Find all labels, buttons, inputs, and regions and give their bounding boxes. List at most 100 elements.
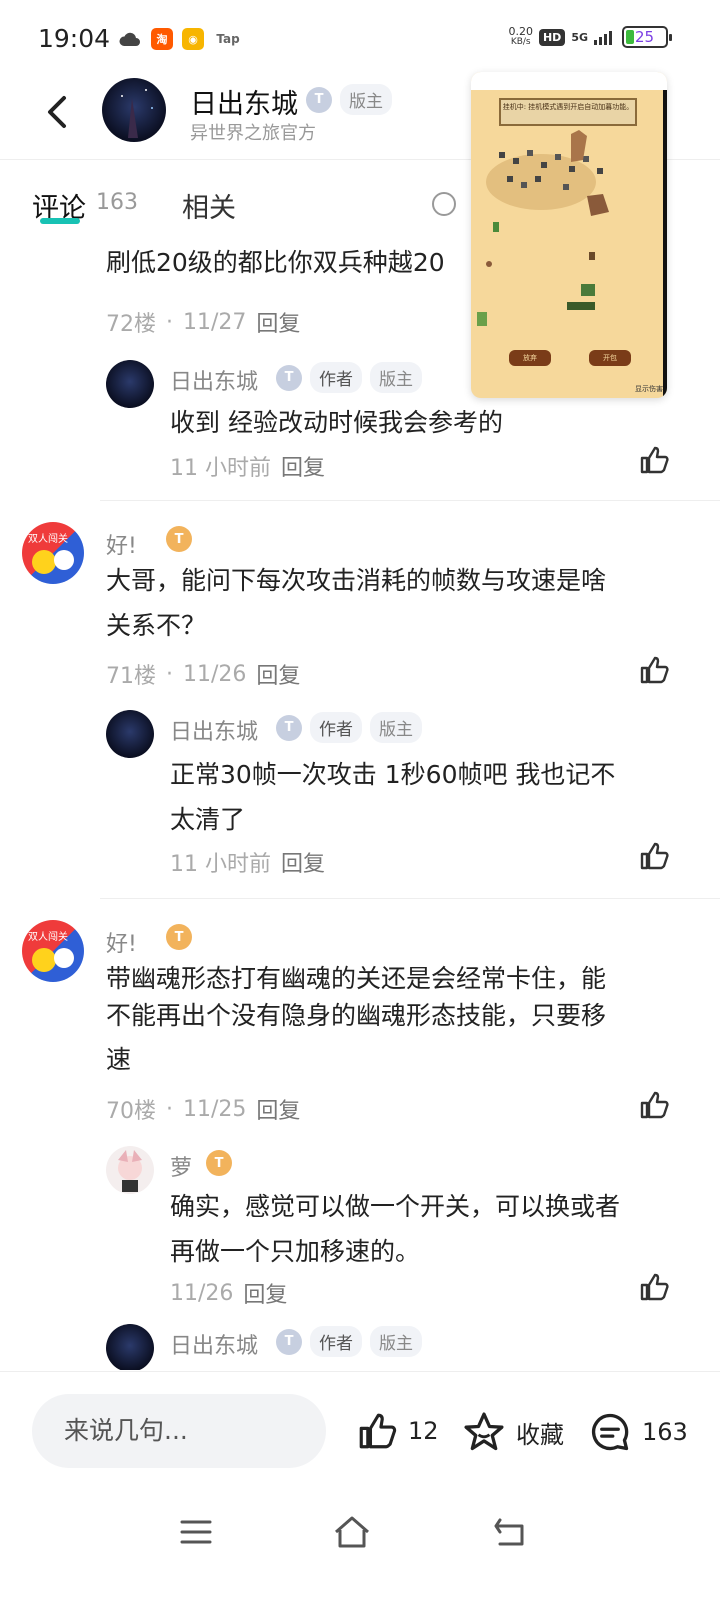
author-tag: 作者 [310,362,362,393]
reply-meta: 11/26 回复 [170,1277,287,1309]
moderator-tag: 版主 [370,1326,422,1357]
reply-text: 收到 经验改动时候我会参考的 [170,408,503,437]
back-nav-icon[interactable] [488,1510,532,1554]
level-badge: T [276,714,302,741]
status-time: 19:04 [38,24,111,53]
back-arrow-icon[interactable] [40,92,80,132]
reply-text-line1: 确实，感觉可以做一个开关，可以换或者 [170,1192,621,1221]
home-icon[interactable] [330,1510,374,1554]
cloud-icon [119,32,140,46]
signal-5g-icon: 5G [571,30,588,44]
reply-time: 11 小时前 [170,852,271,877]
floor-number: 71楼 [106,664,156,689]
comment-text: 刷低20级的都比你双兵种越20 [106,248,445,277]
favorite-button[interactable]: 收藏 [462,1410,564,1454]
reply-badges: T 作者 版主 [276,1326,422,1357]
tab-comments-count: 163 [96,190,138,215]
reply-link[interactable]: 回复 [256,1093,300,1125]
reply-link[interactable]: 回复 [243,1277,287,1309]
signal-bars-icon [594,31,612,45]
give-up-button[interactable]: 放弃 [509,350,551,366]
thumbs-up-icon[interactable] [638,1271,670,1303]
thumbs-up-icon[interactable] [638,444,670,476]
only-author-radio-icon[interactable] [432,192,456,216]
author-badges: T 版主 [306,84,392,115]
reply-badges: T 作者 版主 [276,362,422,393]
user-avatar[interactable]: 双人闯关 [22,522,84,584]
author-tag: 作者 [310,712,362,743]
bottom-action-bar: 来说几句... 12 收藏 163 [0,1371,720,1471]
status-app-icons: 淘 ◉ Tap [118,28,243,50]
reply-username[interactable]: 日出东城 [170,714,258,746]
floor-number: 70楼 [106,1099,156,1124]
reply-username[interactable]: 日出东城 [170,364,258,396]
hd-icon: HD [538,28,566,46]
comment-feed[interactable]: 刷低20级的都比你双兵种越20 72楼 · 11/27 回复 日出东城 T 作者… [0,240,720,1370]
reply-link[interactable]: 回复 [281,450,325,482]
reply-text-line2: 再做一个只加移速的。 [170,1237,421,1266]
author-tag: 作者 [310,1326,362,1357]
reply-avatar[interactable] [106,360,154,408]
reply-link[interactable]: 回复 [256,658,300,690]
reply-meta: 11 小时前 回复 [170,846,325,878]
svg-text:双人闯关: 双人闯关 [28,532,68,545]
reply-username[interactable]: 日出东城 [170,1328,258,1360]
comment-meta: 72楼 · 11/27 回复 [106,306,300,338]
menu-icon[interactable] [174,1510,218,1554]
reply-link[interactable]: 回复 [281,846,325,878]
game-battle-scene [477,130,609,326]
open-bag-button[interactable]: 开包 [589,350,631,366]
level-badge: T [276,1328,302,1355]
user-avatar[interactable]: 双人闯关 [22,920,84,982]
star-icon [464,1412,504,1451]
comment-meta: 70楼 · 11/25 回复 [106,1093,300,1125]
comment-date: 11/27 [183,309,247,335]
reply-text-line1: 正常30帧一次攻击 1秒60帧吧 我也记不 [170,760,616,789]
comment-text-line1: 大哥，能问下每次攻击消耗的帧数与攻速是啥 [106,566,607,595]
tab-related[interactable]: 相关 [182,186,236,225]
reply-avatar[interactable] [106,710,154,758]
tap-icon: Tap [216,32,240,46]
battery-icon: 25 [622,26,672,48]
like-button[interactable]: 12 [356,1410,439,1452]
comment-date: 11/25 [183,1096,247,1122]
tab-active-indicator [40,218,80,224]
reply-date: 11/26 [170,1280,234,1306]
author-name[interactable]: 日出东城 [190,82,298,121]
level-badge: T [306,86,332,113]
comment-text-line2: 不能再出个没有隐身的幽魂形态技能，只要移 [106,1001,607,1030]
favorite-label: 收藏 [516,1420,564,1449]
moderator-tag: 版主 [370,712,422,743]
thumbs-up-icon[interactable] [638,1089,670,1121]
level-badge: T [276,364,302,391]
author-avatar[interactable] [102,78,166,142]
reply-time: 11 小时前 [170,456,271,481]
comment-username[interactable]: 好! [106,528,137,560]
reply-username[interactable]: 萝 [170,1150,192,1182]
thumbs-up-icon[interactable] [638,654,670,686]
comment-count: 163 [642,1418,688,1446]
reply-avatar[interactable] [106,1324,154,1370]
comment-text-line2: 关系不？ [106,611,207,640]
status-bar: 19:04 淘 ◉ Tap 0.20 KB/s HD 5G 25 [0,0,720,76]
battery-level: 25 [635,28,655,46]
reply-link[interactable]: 回复 [256,306,300,338]
system-nav-bar [0,1480,720,1600]
reply-badges: T 作者 版主 [276,712,422,743]
weibo-icon: ◉ [182,28,204,50]
moderator-tag: 版主 [340,84,392,115]
comment-input[interactable]: 来说几句... [32,1394,326,1468]
reply-text-line2: 太清了 [170,805,246,834]
author-subtitle: 异世界之旅官方 [190,123,316,144]
moderator-tag: 版主 [370,362,422,393]
level-badge: T [166,924,192,950]
show-damage-label: 显示伤害 [635,385,663,393]
divider [100,898,720,899]
level-badge: T [206,1150,232,1176]
floating-game-window[interactable]: 挂机中: 挂机模式遇到开启自动加暮功能。 放弃 开包 显示伤害 [471,72,667,398]
thumbs-up-icon[interactable] [638,840,670,872]
floor-number: 72楼 [106,312,156,337]
comments-button[interactable]: 163 [588,1410,688,1454]
reply-avatar[interactable] [106,1146,154,1194]
comment-username[interactable]: 好! [106,926,137,958]
